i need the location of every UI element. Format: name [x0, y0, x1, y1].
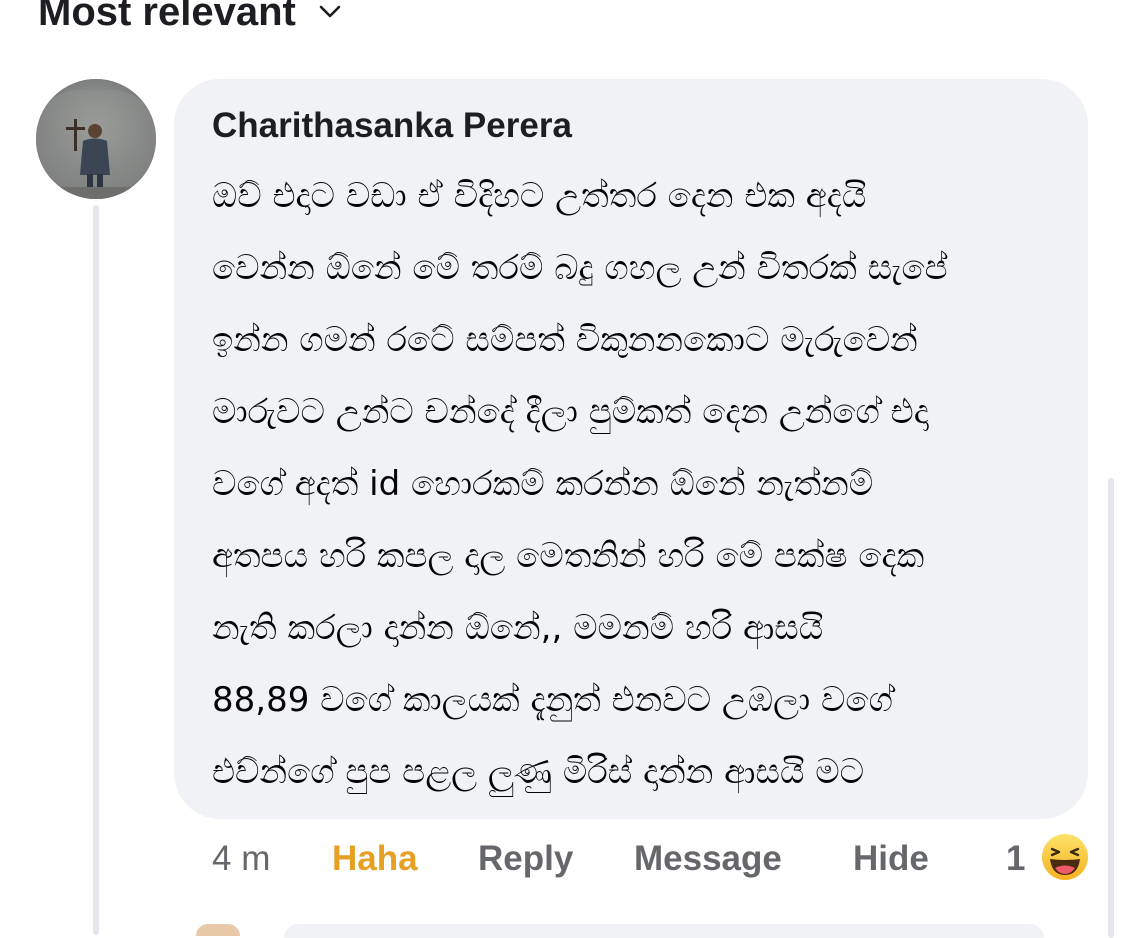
comment-author[interactable]: Charithasanka Perera: [212, 106, 572, 146]
avatar-photo: [36, 79, 156, 199]
thread-line: [93, 205, 99, 935]
reply-button[interactable]: Reply: [478, 834, 573, 884]
comment-text-line: මාරුවට උන්ට චන්දේ දීලා පුම්කත් දෙන උන්ගේ…: [212, 392, 929, 432]
comment-timestamp[interactable]: 4 m: [212, 834, 270, 884]
sort-dropdown[interactable]: Most relevant: [38, 0, 342, 36]
comment-text-line: නැති කරලා දාන්න ඕනේ,, මමනම් හරි ආසයි: [212, 608, 824, 648]
next-comment-avatar: [196, 924, 240, 936]
haha-emoji-icon[interactable]: [1040, 832, 1090, 882]
comment-text: ඔව් එදාට වඩා ඒ විදිහට උත්තර දෙන එක අදයි …: [212, 160, 948, 808]
comment-text-line: ඉන්න ගමන් රටේ සම්පත් විකුනනකොට මැරුවෙන්: [212, 320, 918, 360]
reaction-count[interactable]: 1: [1006, 834, 1025, 884]
comment-text-line: 88,89 වගේ කාලයක් දැනුත් එනවට උඹලා වගේ: [212, 680, 893, 720]
comment-text-line: වගේ අදත් id හොරකම් කරන්න ඕනේ නැත්නම්: [212, 464, 874, 504]
avatar[interactable]: [36, 79, 156, 199]
hide-button[interactable]: Hide: [853, 834, 929, 884]
scrollbar[interactable]: [1108, 478, 1114, 938]
comment-text-line: එව්න්ගේ පුප පළල ලුණු මිරිස් දාන්න ආසයි ම…: [212, 752, 865, 792]
haha-reaction-button[interactable]: Haha: [332, 834, 418, 884]
chevron-down-icon: [319, 5, 341, 18]
message-button[interactable]: Message: [634, 834, 782, 884]
comment-text-line: වෙන්න ඕනේ මේ තරම් බදු ගහල උන් විතරක් සැප…: [212, 248, 948, 288]
comment-text-line: ඔව් එදාට වඩා ඒ විදිහට උත්තර දෙන එක අදයි: [212, 176, 867, 216]
sort-label: Most relevant: [38, 0, 296, 34]
comment-text-line: අතපය හරි කපල දාල මෙතනින් හරි මේ පක්ෂ දෙක: [212, 536, 925, 576]
next-comment-bubble: [284, 924, 1044, 938]
